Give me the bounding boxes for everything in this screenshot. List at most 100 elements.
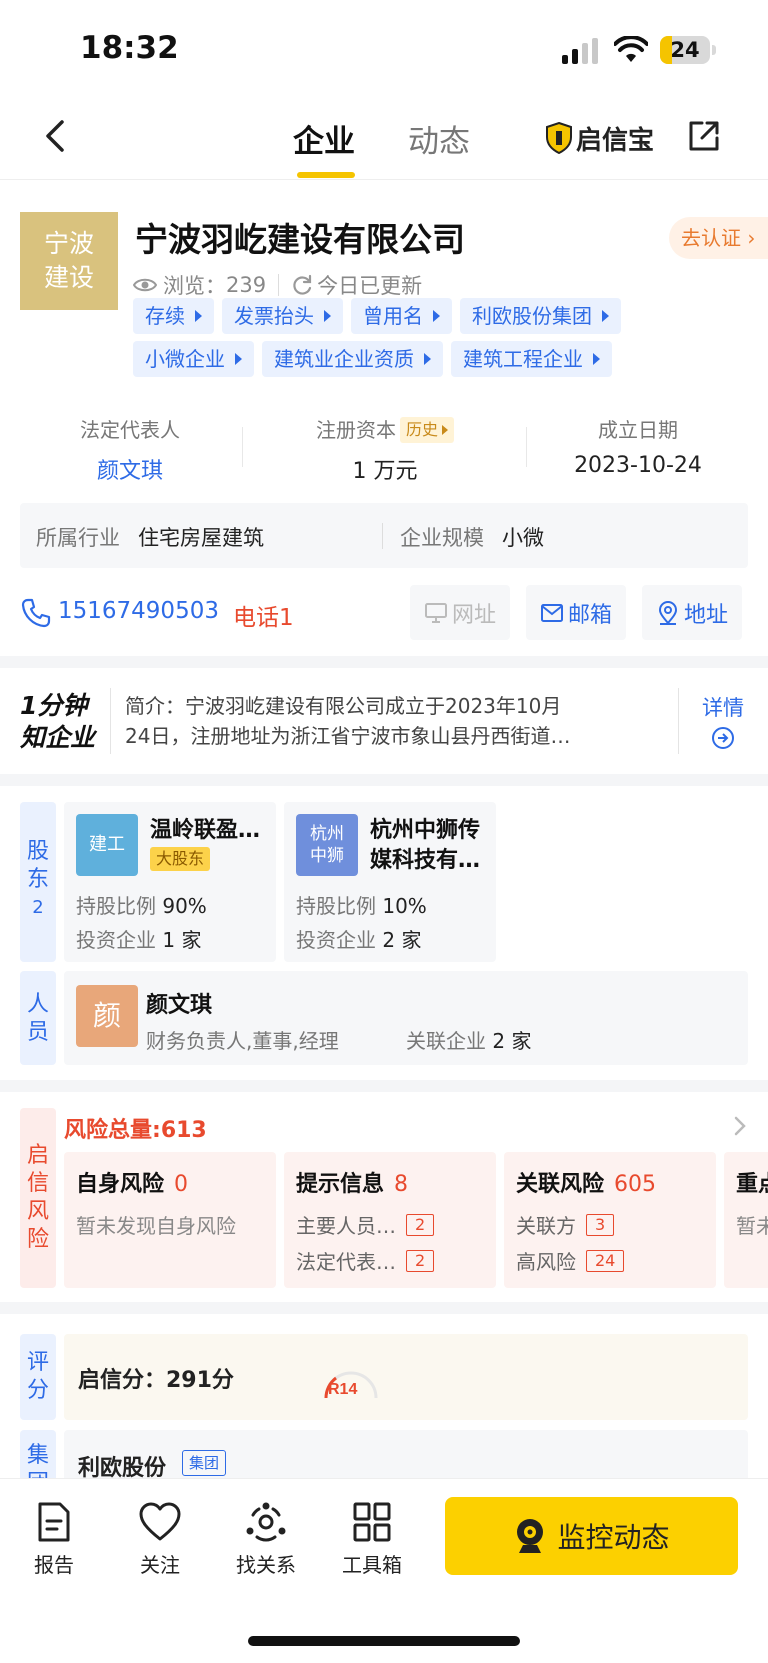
- report-label: 报告: [34, 1553, 74, 1577]
- related-row-label: 关联方: [516, 1214, 576, 1238]
- person-card[interactable]: 颜 颜文琪 财务负责人,董事,经理 关联企业 2 家: [64, 971, 748, 1065]
- back-icon[interactable]: [38, 118, 74, 154]
- tag-construction-engineering[interactable]: 建筑工程企业: [451, 341, 612, 377]
- contact-row: 15167490503 电话1 网址 邮箱 地址: [0, 585, 768, 640]
- email-button[interactable]: 邮箱: [526, 585, 626, 640]
- major-shareholder-badge: 大股东: [150, 847, 211, 871]
- tag-group[interactable]: 利欧股份集团: [460, 298, 621, 334]
- one-minute-intro[interactable]: 1分钟 知企业 简介：宁波羽屹建设有限公司成立于2023年10月 24日，注册地…: [0, 670, 768, 770]
- tag-small-enterprise[interactable]: 小微企业: [133, 341, 254, 377]
- history-label: 历史: [405, 420, 438, 439]
- tab-enterprise[interactable]: 企业: [293, 116, 355, 161]
- related-label: 关联企业: [406, 1029, 486, 1053]
- industry-value: 住宅房屋建筑: [138, 526, 264, 550]
- bottom-bar: 报告 关注 找关系 工具箱 监控动态: [0, 1478, 768, 1663]
- company-logo-line1: 宁波: [43, 229, 94, 258]
- relations-label: 找关系: [236, 1553, 296, 1577]
- certify-button[interactable]: 去认证 ›: [669, 217, 768, 259]
- group-tag: 集团: [182, 1450, 227, 1476]
- hint-row-count: 2: [406, 1249, 435, 1272]
- tag-invoice[interactable]: 发票抬头: [222, 298, 343, 334]
- industry-label: 所属行业: [36, 526, 120, 550]
- hint-info-card[interactable]: 提示信息 8 主要人员… 2 法定代表… 2: [284, 1152, 496, 1288]
- heart-icon: [139, 1502, 181, 1541]
- risk-total[interactable]: 风险总量:613: [64, 1112, 207, 1144]
- find-relations-button[interactable]: 找关系: [226, 1501, 306, 1578]
- related-risk-count: 605: [614, 1172, 657, 1197]
- related-row-count: 24: [586, 1249, 625, 1272]
- shareholder-logo: 杭州 中狮: [296, 814, 358, 876]
- chevron-right-icon[interactable]: [730, 1114, 750, 1138]
- name-line1: 杭州中狮传: [370, 818, 481, 843]
- report-button[interactable]: 报告: [14, 1501, 94, 1578]
- shareholders-label: 股东 2: [20, 802, 56, 962]
- legal-rep: 法定代表人 颜文琪: [40, 415, 220, 485]
- email-label: 邮箱: [567, 602, 612, 628]
- avatar: 颜: [76, 985, 138, 1047]
- brand-qixinbao[interactable]: 启信宝: [546, 118, 654, 158]
- address-label: 地址: [683, 602, 728, 628]
- company-logo: 宁波 建设: [20, 212, 118, 310]
- self-risk-title: 自身风险 0: [76, 1166, 188, 1198]
- tag-construction-qualification[interactable]: 建筑业企业资质: [262, 341, 443, 377]
- toolbox-button[interactable]: 工具箱: [332, 1501, 412, 1578]
- registered-capital: 注册资本 历史 1 万元: [280, 415, 490, 485]
- capital-value: 1 万元: [352, 459, 418, 484]
- tag-row-2: 小微企业 建筑业企业资质 建筑工程企业: [133, 341, 753, 377]
- person-roles: 财务负责人,董事,经理: [146, 1029, 339, 1053]
- tag-label: 存续: [145, 304, 185, 328]
- tag-label: 建筑业企业资质: [274, 347, 414, 371]
- monitor-icon: [424, 602, 447, 623]
- history-button[interactable]: 历史: [399, 417, 454, 443]
- camera-icon: [517, 1519, 544, 1553]
- location-pin-icon: [658, 600, 677, 625]
- views-label: 浏览：: [163, 274, 226, 298]
- tag-label: 小微企业: [145, 347, 225, 371]
- related-risk-title: 关联风险 605: [516, 1166, 656, 1198]
- related-value: 2 家: [492, 1029, 532, 1053]
- founded-date: 成立日期 2023-10-24: [548, 415, 728, 478]
- grid-icon: [353, 1502, 391, 1542]
- tag-status[interactable]: 存续: [133, 298, 214, 334]
- monitor-dynamics-button[interactable]: 监控动态: [445, 1497, 738, 1575]
- follow-button[interactable]: 关注: [120, 1501, 200, 1578]
- toolbox-label: 工具箱: [342, 1553, 402, 1577]
- risk-total-label: 风险总量:: [64, 1118, 161, 1143]
- legal-rep-link[interactable]: 颜文琪: [40, 453, 220, 485]
- tag-former-name[interactable]: 曾用名: [351, 298, 452, 334]
- related-row-count: 3: [586, 1213, 615, 1236]
- score-card[interactable]: 启信分：291分 R14: [64, 1334, 748, 1420]
- shareholder-card[interactable]: 杭州 中狮 杭州中狮传 媒科技有… 持股比例 10% 投资企业 2 家: [284, 802, 496, 962]
- detail-button[interactable]: 详情: [698, 692, 748, 755]
- home-indicator[interactable]: [248, 1636, 520, 1646]
- section-divider: [0, 1302, 768, 1314]
- address-button[interactable]: 地址: [642, 585, 742, 640]
- nav-bar: 企业 动态 启信宝: [0, 100, 768, 180]
- phone-number[interactable]: 15167490503: [58, 598, 219, 624]
- share-icon[interactable]: [686, 118, 722, 154]
- tag-label: 发票抬头: [234, 304, 314, 328]
- detail-label: 详情: [702, 696, 744, 720]
- battery-level: 24: [670, 38, 700, 62]
- status-time: 18:32: [80, 30, 179, 66]
- shareholder-invest: 投资企业 2 家: [296, 924, 421, 953]
- shareholder-card[interactable]: 建工 温岭联盈… 大股东 持股比例 90% 投资企业 1 家: [64, 802, 276, 962]
- self-risk-card[interactable]: 自身风险 0 暂未发现自身风险: [64, 1152, 276, 1288]
- phone-icon[interactable]: [20, 597, 52, 629]
- follow-label: 关注: [140, 1553, 180, 1577]
- key-risk-card[interactable]: 重点 暂未: [724, 1152, 768, 1288]
- phone-count[interactable]: 电话1: [233, 598, 294, 632]
- rank-gauge: R14: [324, 1371, 378, 1399]
- monitor-label: 监控动态: [557, 1521, 670, 1554]
- network-icon: [246, 1502, 286, 1542]
- related-risk-card[interactable]: 关联风险 605 关联方 3 高风险 24: [504, 1152, 716, 1288]
- tab-dynamics[interactable]: 动态: [408, 116, 470, 161]
- shareholder-ratio: 持股比例 90%: [76, 890, 207, 919]
- website-button[interactable]: 网址: [410, 585, 510, 640]
- tag-label: 曾用名: [363, 304, 423, 328]
- hint-row: 主要人员… 2: [296, 1210, 435, 1239]
- shareholder-name: 温岭联盈…: [150, 818, 261, 843]
- hint-row-count: 2: [406, 1213, 435, 1236]
- risk-label: 启信风险: [20, 1108, 56, 1288]
- key-risk-title: 重点: [736, 1172, 768, 1197]
